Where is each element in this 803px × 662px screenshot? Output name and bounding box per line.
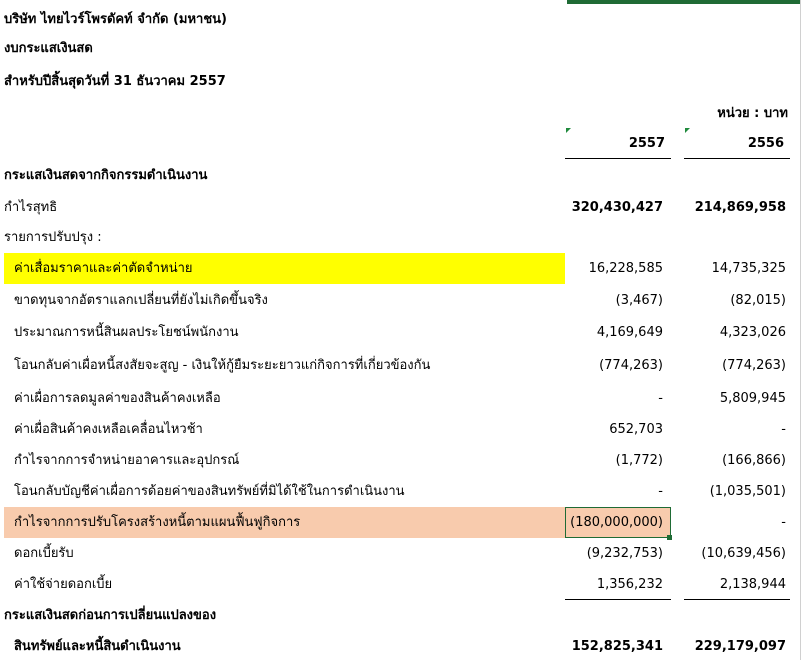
value-2557[interactable]: (1,772) <box>565 445 671 476</box>
table-row: กำไรจากการปรับโครงสร้างหนี้ตามแผนฟื้นฟูก… <box>0 507 800 538</box>
value-2557[interactable]: 652,703 <box>565 414 671 445</box>
table-row: กระแสเงินสดก่อนการเปลี่ยนแปลงของ <box>0 600 800 631</box>
value-2557[interactable]: 320,430,427 <box>565 192 671 223</box>
unit-label: หน่วย : บาท <box>717 106 788 121</box>
value-2556[interactable]: 14,735,325 <box>684 253 790 284</box>
value-2557[interactable]: - <box>565 383 671 414</box>
row-label-highlighted[interactable]: ค่าเสื่อมราคาและค่าตัดจำหน่าย <box>4 253 565 284</box>
value-2556[interactable]: - <box>684 507 790 538</box>
table-row: ค่าเสื่อมราคาและค่าตัดจำหน่าย 16,228,585… <box>0 253 800 284</box>
table-row: ค่าเผื่อสินค้าคงเหลือเคลื่อนไหวช้า 652,7… <box>0 414 800 445</box>
row-label[interactable]: โอนกลับค่าเผื่อหนี้สงสัยจะสูญ - เงินให้ก… <box>14 350 430 381</box>
row-label[interactable]: ค่าเผื่อการลดมูลค่าของสินค้าคงเหลือ <box>14 383 221 414</box>
row-label[interactable]: โอนกลับบัญชีค่าเผื่อการด้อยค่าของสินทรัพ… <box>14 476 405 507</box>
row-label[interactable]: กำไรจากการจำหน่ายอาคารและอุปกรณ์ <box>14 445 239 476</box>
row-label[interactable]: ขาดทุนจากอัตราแลกเปลี่ยนที่ยังไม่เกิดขึ้… <box>14 285 268 316</box>
value-2556[interactable]: (10,639,456) <box>684 538 790 569</box>
year-2557-header[interactable]: 2557 <box>565 129 671 159</box>
row-label[interactable]: ประมาณการหนี้สินผลประโยชน์พนักงาน <box>14 317 239 348</box>
company-name: บริษัท ไทยไวร์โพรดัคท์ จำกัด (มหาชน) <box>4 12 227 27</box>
row-label[interactable]: กระแสเงินสดจากกิจกรรมดำเนินงาน <box>4 160 207 191</box>
value-2556[interactable]: 2,138,944 <box>684 569 790 600</box>
value-2556[interactable]: 229,179,097 <box>684 631 790 662</box>
table-row: กระแสเงินสดจากกิจกรรมดำเนินงาน <box>0 160 800 191</box>
table-row: กำไรสุทธิ 320,430,427 214,869,958 <box>0 192 800 223</box>
value-2557[interactable]: (774,263) <box>565 350 671 381</box>
table-row: กำไรจากการจำหน่ายอาคารและอุปกรณ์ (1,772)… <box>0 445 800 476</box>
column-gridline <box>800 0 801 660</box>
value-2557[interactable]: (3,467) <box>565 285 671 316</box>
statement-title: งบกระแสเงินสด <box>4 41 93 56</box>
table-row: สินทรัพย์และหนี้สินดำเนินงาน 152,825,341… <box>0 631 800 662</box>
selected-cell-value-2557[interactable]: (180,000,000) <box>565 507 671 538</box>
year-2556-header[interactable]: 2556 <box>684 129 790 159</box>
row-label[interactable]: กำไรสุทธิ <box>4 192 57 223</box>
table-row: โอนกลับบัญชีค่าเผื่อการด้อยค่าของสินทรัพ… <box>0 476 800 507</box>
row-label-highlighted[interactable]: กำไรจากการปรับโครงสร้างหนี้ตามแผนฟื้นฟูก… <box>4 507 565 538</box>
statement-period: สำหรับปีสิ้นสุดวันที่ 31 ธันวาคม 2557 <box>4 74 226 89</box>
table-row: ดอกเบี้ยรับ (9,232,753) (10,639,456) <box>0 538 800 569</box>
row-label[interactable]: ดอกเบี้ยรับ <box>14 538 74 569</box>
value-2556[interactable]: 4,323,026 <box>684 317 790 348</box>
row-label[interactable]: สินทรัพย์และหนี้สินดำเนินงาน <box>14 631 181 662</box>
value-2556[interactable]: - <box>684 414 790 445</box>
value-2556[interactable]: (82,015) <box>684 285 790 316</box>
value-2557[interactable]: 152,825,341 <box>565 631 671 662</box>
cash-flow-statement-sheet: บริษัท ไทยไวร์โพรดัคท์ จำกัด (มหาชน) งบก… <box>0 0 803 660</box>
value-2556[interactable]: (774,263) <box>684 350 790 381</box>
row-label[interactable]: ค่าใช้จ่ายดอกเบี้ย <box>14 569 112 600</box>
row-label[interactable]: กระแสเงินสดก่อนการเปลี่ยนแปลงของ <box>4 600 216 631</box>
row-label[interactable]: ค่าเผื่อสินค้าคงเหลือเคลื่อนไหวช้า <box>14 414 203 445</box>
table-row: รายการปรับปรุง : <box>0 222 800 253</box>
table-row: ค่าใช้จ่ายดอกเบี้ย 1,356,232 2,138,944 <box>0 569 800 600</box>
value-2556[interactable]: 214,869,958 <box>684 192 790 223</box>
value-2557[interactable]: - <box>565 476 671 507</box>
table-row: ขาดทุนจากอัตราแลกเปลี่ยนที่ยังไม่เกิดขึ้… <box>0 285 800 316</box>
table-row: โอนกลับค่าเผื่อหนี้สงสัยจะสูญ - เงินให้ก… <box>0 350 800 381</box>
table-row: ประมาณการหนี้สินผลประโยชน์พนักงาน 4,169,… <box>0 317 800 348</box>
value-2557[interactable]: 16,228,585 <box>565 253 671 284</box>
value-2557[interactable]: 1,356,232 <box>565 569 671 600</box>
value-2557[interactable]: 4,169,649 <box>565 317 671 348</box>
selected-column-header-strip <box>567 0 800 4</box>
value-2556[interactable]: (166,866) <box>684 445 790 476</box>
value-2556[interactable]: 5,809,945 <box>684 383 790 414</box>
value-2556[interactable]: (1,035,501) <box>684 476 790 507</box>
table-row: ค่าเผื่อการลดมูลค่าของสินค้าคงเหลือ - 5,… <box>0 383 800 414</box>
value-2557[interactable]: (9,232,753) <box>565 538 671 569</box>
row-label[interactable]: รายการปรับปรุง : <box>4 222 102 253</box>
